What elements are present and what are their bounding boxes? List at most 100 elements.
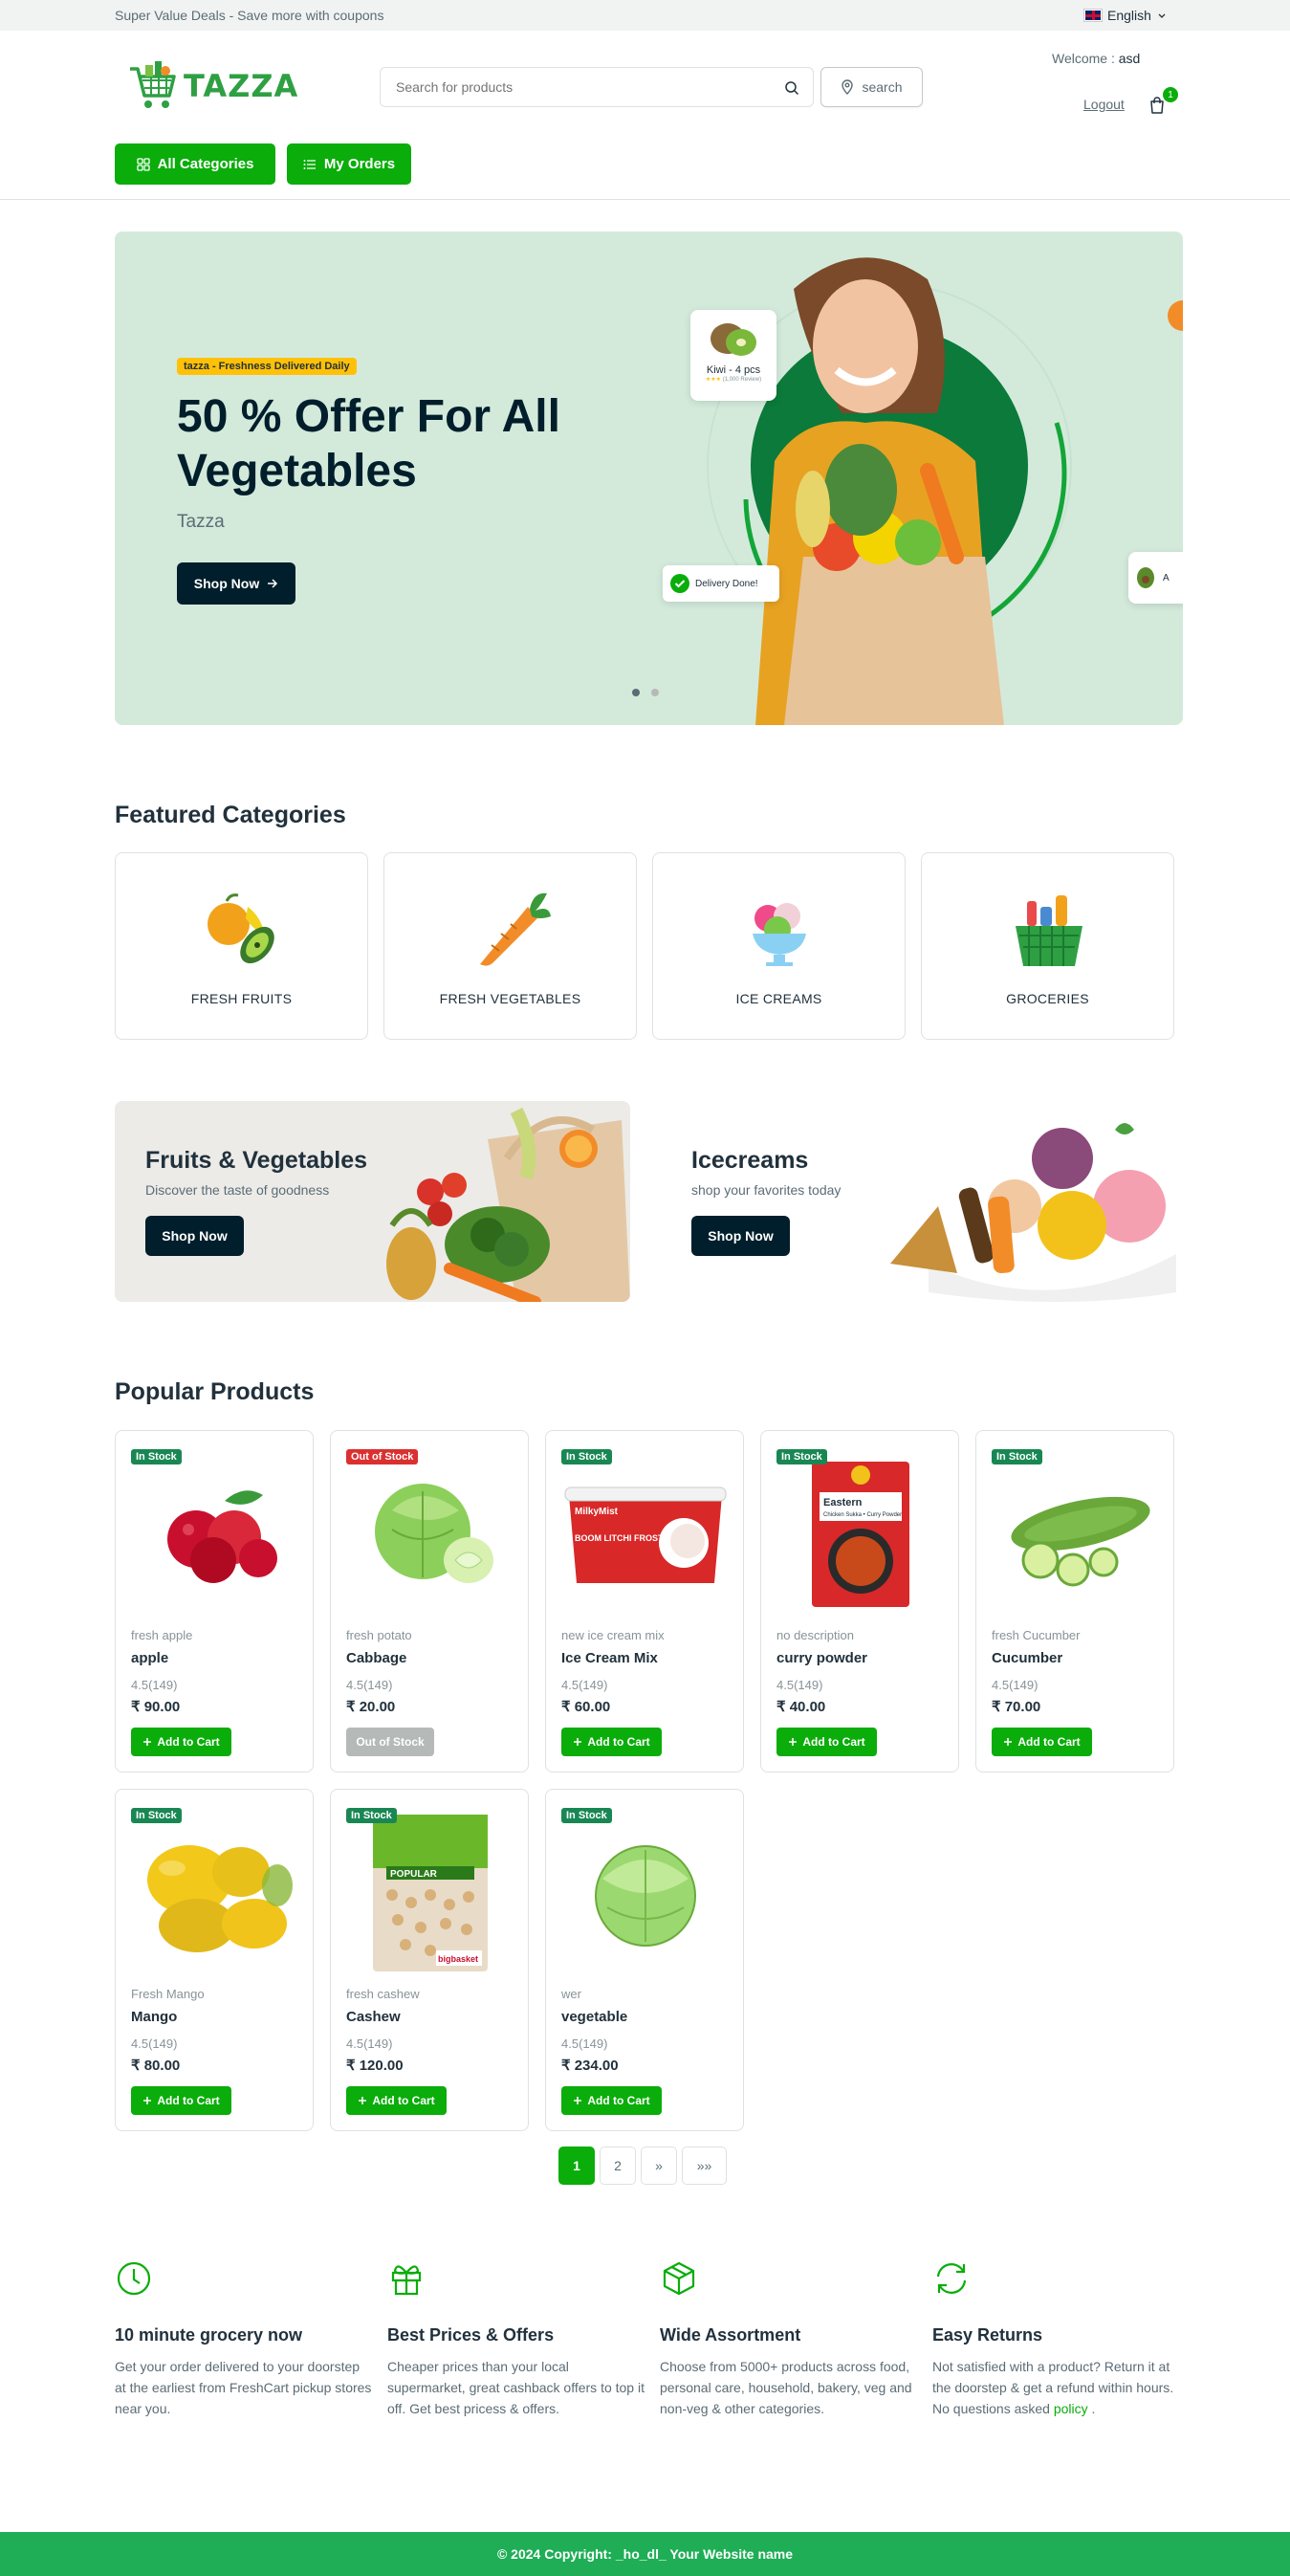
category-label: GROCERIES: [1006, 991, 1089, 1006]
product-price: ₹ 234.00: [561, 2058, 619, 2074]
last-page-button[interactable]: »»: [682, 2147, 727, 2185]
in-stock-badge: In Stock: [561, 1449, 612, 1464]
slider-dot-2[interactable]: [651, 689, 659, 696]
product-name[interactable]: vegetable: [561, 2009, 627, 2025]
location-search-button[interactable]: search: [820, 67, 923, 107]
icecream-brand: MilkyMist: [575, 1507, 619, 1517]
product-name[interactable]: Cabbage: [346, 1650, 406, 1666]
product-price: ₹ 60.00: [561, 1699, 611, 1715]
promo-text: Super Value Deals - Save more with coupo…: [115, 8, 384, 23]
add-to-cart-label: Add to Cart: [587, 2094, 650, 2107]
logo[interactable]: TAZZA: [126, 59, 298, 113]
product-description: new ice cream mix: [561, 1628, 665, 1642]
produce-bag-image: [386, 1107, 630, 1302]
feature-title: 10 minute grocery now: [115, 2325, 303, 2345]
product-card[interactable]: In Stock wer vegetable 4.5(149) ₹ 234.00…: [545, 1789, 744, 2131]
product-card[interactable]: In Stock Fresh Mango Mango 4.5(149) ₹ 80…: [115, 1789, 314, 2131]
kiwi-rating: ★★★ (1,000 Review): [705, 377, 762, 383]
feature-best-prices: Best Prices & Offers Cheaper prices than…: [387, 2259, 645, 2416]
next-page-button[interactable]: »: [641, 2147, 677, 2185]
category-card-fresh-fruits[interactable]: FRESH FRUITS: [115, 852, 368, 1040]
package-icon: [663, 2261, 695, 2296]
add-to-cart-button[interactable]: Add to Cart: [346, 2086, 447, 2115]
cart-button[interactable]: 1: [1148, 87, 1178, 120]
language-selector[interactable]: English: [1083, 8, 1167, 23]
page-1-button[interactable]: 1: [558, 2147, 595, 2185]
product-description: fresh apple: [131, 1628, 193, 1642]
product-image: MilkyMist BOOM LITCHI FROSTY: [561, 1448, 730, 1620]
location-button-label: search: [862, 79, 903, 95]
product-description: Fresh Mango: [131, 1987, 205, 2001]
hero-shop-now-button[interactable]: Shop Now: [177, 562, 295, 605]
curry-brand: Eastern: [823, 1497, 863, 1508]
category-label: FRESH FRUITS: [190, 991, 293, 1006]
add-to-cart-button[interactable]: Add to Cart: [131, 2086, 231, 2115]
in-stock-badge: In Stock: [131, 1449, 182, 1464]
logout-link[interactable]: Logout: [1083, 97, 1125, 112]
apple-image: [167, 1490, 277, 1583]
cashew-pack-image: POPULAR bigbasket: [373, 1815, 488, 1971]
search-icon[interactable]: [784, 80, 799, 96]
add-to-cart-button[interactable]: Add to Cart: [992, 1728, 1092, 1756]
product-card[interactable]: MilkyMist BOOM LITCHI FROSTY In Stock new…: [545, 1430, 744, 1772]
product-card[interactable]: In Stock fresh Cucumber Cucumber 4.5(149…: [975, 1430, 1174, 1772]
plus-icon: [574, 2097, 582, 2104]
carrot-icon: [480, 892, 551, 966]
all-categories-button[interactable]: All Categories: [115, 143, 275, 185]
product-rating: 4.5(149): [561, 2037, 608, 2051]
search-input[interactable]: [381, 68, 754, 106]
policy-link[interactable]: policy: [1054, 2401, 1088, 2416]
page-2-button[interactable]: 2: [600, 2147, 636, 2185]
product-card[interactable]: In Stock fresh apple apple 4.5(149) ₹ 90…: [115, 1430, 314, 1772]
fruits-icon: [208, 893, 274, 964]
add-to-cart-label: Add to Cart: [372, 2094, 435, 2107]
kiwi-reviews: (1,000 Review): [722, 377, 762, 383]
product-name[interactable]: Cashew: [346, 2009, 401, 2025]
slider-dot-1[interactable]: [632, 689, 640, 696]
product-image: Eastern Chicken Sukka • Curry Powder: [776, 1448, 945, 1620]
product-card[interactable]: Eastern Chicken Sukka • Curry Powder In S…: [760, 1430, 959, 1772]
feature-wide-assortment: Wide Assortment Choose from 5000+ produc…: [660, 2259, 918, 2416]
side-product-card: A: [1128, 552, 1183, 604]
ice-cream-platter-image: [890, 1123, 1176, 1302]
product-name[interactable]: apple: [131, 1650, 168, 1666]
product-image: [131, 1448, 299, 1620]
gift-icon: [391, 2265, 422, 2296]
hero-title: 50 % Offer For All Vegetables: [177, 391, 560, 496]
my-orders-button[interactable]: My Orders: [287, 143, 411, 185]
banner-title: Fruits & Vegetables: [145, 1147, 368, 1174]
product-description: no description: [776, 1628, 854, 1642]
product-image: [992, 1448, 1160, 1620]
product-rating: 4.5(149): [131, 1678, 178, 1692]
ice-cream-icon: [753, 903, 806, 966]
hero-shop-now-label: Shop Now: [193, 576, 260, 591]
plus-icon: [143, 2097, 152, 2104]
product-name[interactable]: Cucumber: [992, 1650, 1062, 1666]
product-price: ₹ 40.00: [776, 1699, 826, 1715]
product-card[interactable]: POPULAR bigbasket In Stock fresh cashew C…: [330, 1789, 529, 2131]
product-name[interactable]: Mango: [131, 2009, 177, 2025]
add-to-cart-button[interactable]: Add to Cart: [561, 1728, 662, 1756]
category-card-ice-creams[interactable]: ICE CREAMS: [652, 852, 906, 1040]
product-name[interactable]: curry powder: [776, 1650, 867, 1666]
plus-icon: [1004, 1738, 1013, 1746]
header-divider: [0, 199, 1290, 200]
product-rating: 4.5(149): [346, 1678, 393, 1692]
banner-shop-now-button[interactable]: Shop Now: [691, 1216, 790, 1256]
add-to-cart-button[interactable]: Add to Cart: [131, 1728, 231, 1756]
add-to-cart-button[interactable]: Add to Cart: [776, 1728, 877, 1756]
hero-slider: tazza - Freshness Delivered Daily 50 % O…: [115, 231, 1183, 725]
product-name[interactable]: Ice Cream Mix: [561, 1650, 658, 1666]
category-card-groceries[interactable]: GROCERIES: [921, 852, 1174, 1040]
list-icon: [303, 159, 316, 169]
banner-subtitle: shop your favorites today: [691, 1182, 842, 1198]
add-to-cart-button[interactable]: Add to Cart: [561, 2086, 662, 2115]
banner-shop-now-button[interactable]: Shop Now: [145, 1216, 244, 1256]
curry-powder-pack-image: Eastern Chicken Sukka • Curry Powder: [812, 1462, 909, 1607]
add-to-cart-label: Add to Cart: [802, 1735, 865, 1749]
product-description: wer: [561, 1987, 581, 2001]
arrow-right-icon: [268, 579, 278, 588]
product-card[interactable]: Out of Stock fresh potato Cabbage 4.5(14…: [330, 1430, 529, 1772]
category-card-fresh-vegetables[interactable]: FRESH VEGETABLES: [383, 852, 637, 1040]
hero-tag: tazza - Freshness Delivered Daily: [177, 358, 357, 375]
